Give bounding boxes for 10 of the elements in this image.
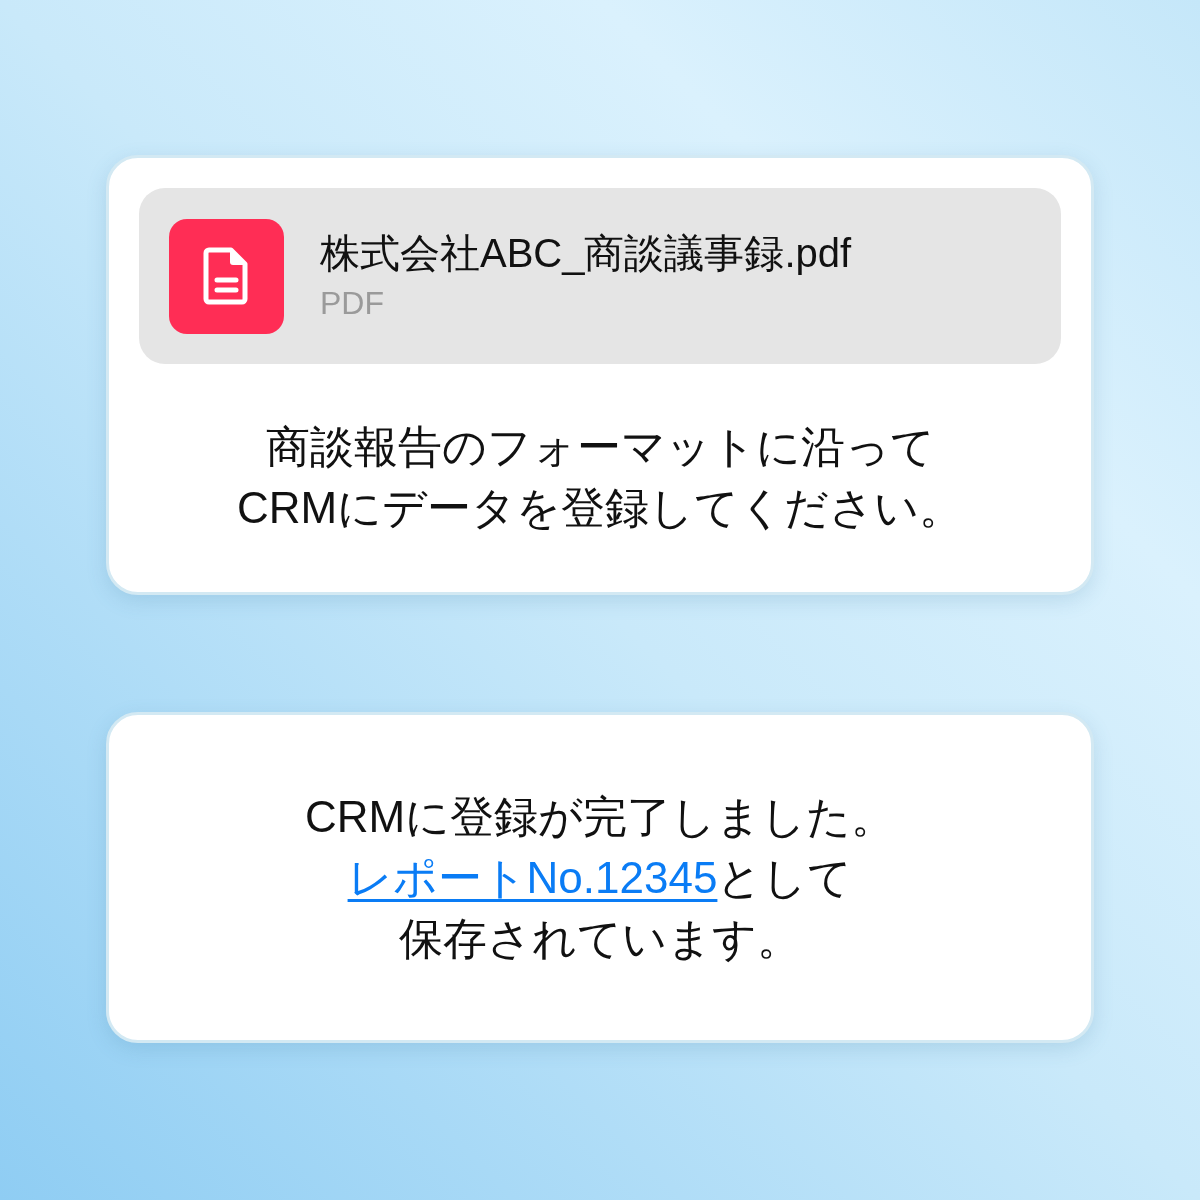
- pdf-file-icon: [169, 218, 284, 334]
- report-link[interactable]: レポートNo.12345: [347, 853, 718, 902]
- message-line: CRMに登録が完了しました。: [304, 791, 896, 843]
- file-type: PDF: [320, 284, 385, 323]
- message-line: 保存されています。: [398, 913, 802, 965]
- message-line: CRMにデータを登録してください。: [235, 482, 965, 534]
- attachment-card[interactable]: 株式会社ABC_商談議事録.pdf PDF: [139, 188, 1061, 364]
- file-name: 株式会社ABC_商談議事録.pdf: [320, 230, 852, 277]
- message-line: 商談報告のフォーマットに沿って: [264, 421, 936, 473]
- message-line: として: [717, 853, 853, 902]
